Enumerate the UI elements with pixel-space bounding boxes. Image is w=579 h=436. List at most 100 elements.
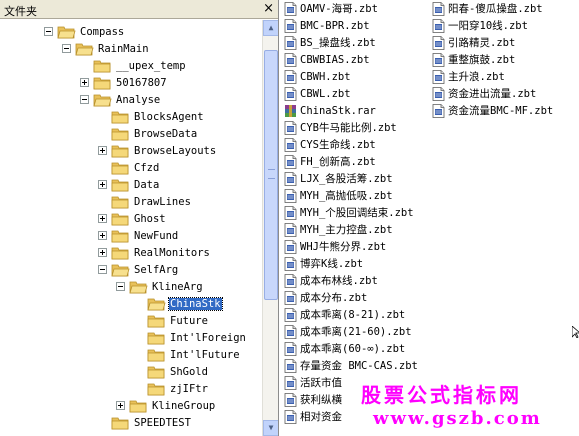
file-name: 成本乖离(8-21).zbt [300, 309, 406, 321]
zbt-file-icon [284, 2, 297, 16]
zbt-file-icon [284, 376, 297, 390]
folder-open-icon [111, 262, 130, 278]
folder-pane-header: 文件夹 × [0, 0, 278, 19]
zbt-file-icon [284, 257, 297, 271]
folder-icon [111, 177, 130, 193]
tree-node-label: SPEEDTEST [134, 417, 191, 429]
tree-node-label: Compass [80, 26, 125, 38]
folder-icon [93, 75, 112, 91]
expand-icon[interactable] [98, 180, 107, 189]
close-icon[interactable]: × [263, 1, 274, 17]
tree-node-label: Int'lFuture [170, 349, 240, 361]
expand-icon[interactable] [116, 401, 125, 410]
collapse-icon[interactable] [44, 27, 53, 36]
file-name: 一阳穿10线.zbt [448, 20, 528, 32]
file-name: 主升浪.zbt [448, 71, 505, 83]
zbt-file-icon [284, 325, 297, 339]
expand-icon[interactable] [80, 78, 89, 87]
folder-open-icon [75, 41, 94, 57]
expand-icon[interactable] [98, 248, 107, 257]
zbt-file-icon [284, 36, 297, 50]
file-name: LJX_各股活筹.zbt [300, 173, 393, 185]
scrollbar-thumb[interactable] [264, 50, 278, 300]
tree-node-label: BrowseData [134, 128, 198, 140]
folder-icon [93, 58, 112, 74]
zbt-file-icon [284, 138, 297, 152]
file-name: 获利纵横 [300, 394, 342, 406]
tree-node-label: BlocksAgent [134, 111, 204, 123]
file-name: MYH_高抛低吸.zbt [300, 190, 393, 202]
folder-icon [147, 313, 166, 329]
zbt-file-icon [432, 19, 445, 33]
zbt-file-icon [284, 87, 297, 101]
zbt-file-icon [432, 2, 445, 16]
file-name: 成本布林线.zbt [300, 275, 378, 287]
tree-node-label: RealMonitors [134, 247, 210, 259]
tree-node-label: __upex_temp [116, 60, 186, 72]
folder-icon [129, 398, 148, 414]
expand-icon[interactable] [98, 146, 107, 155]
folder-pane-title: 文件夹 [4, 5, 37, 18]
tree-node-label: KlineGroup [152, 400, 216, 412]
tree-node-label: Cfzd [134, 162, 160, 174]
zbt-file-icon [284, 172, 297, 186]
file-name: BMC-BPR.zbt [300, 20, 370, 32]
collapse-icon[interactable] [80, 95, 89, 104]
collapse-icon[interactable] [98, 265, 107, 274]
file-name: 存量资金 BMC-CAS.zbt [300, 360, 418, 372]
folder-open-icon [129, 279, 148, 295]
file-name: CYS生命线.zbt [300, 139, 376, 151]
folder-open-icon [147, 296, 166, 312]
zbt-file-icon [284, 189, 297, 203]
folder-icon [111, 126, 130, 142]
file-name: 重整旗鼓.zbt [448, 54, 516, 66]
tree-node-label: BrowseLayouts [134, 145, 217, 157]
file-name: CYB牛马能比例.zbt [300, 122, 397, 134]
folder-open-icon [93, 92, 112, 108]
folder-tree: Compass RainMain __upex_temp 50167807 An… [0, 20, 262, 436]
tree-node-label: RainMain [98, 43, 149, 55]
file-name: 活跃市值 [300, 377, 342, 389]
zbt-file-icon [284, 393, 297, 407]
folder-icon [111, 194, 130, 210]
file-name: CBWL.zbt [300, 88, 351, 100]
tree-node-label: Ghost [134, 213, 166, 225]
file-name: MYH_主力控盘.zbt [300, 224, 393, 236]
file-name: MYH_个股回调结束.zbt [300, 207, 414, 219]
zbt-file-icon [432, 87, 445, 101]
tree-scrollbar[interactable]: ▲ ▼ [262, 20, 278, 436]
site-watermark: 股票公式指标网 www.gszb.com [355, 373, 577, 435]
expand-icon[interactable] [98, 231, 107, 240]
watermark-title: 股票公式指标网 [361, 383, 522, 407]
tree-node-label: 50167807 [116, 77, 167, 89]
zbt-file-icon [284, 342, 297, 356]
file-name: CBWBIAS.zbt [300, 54, 370, 66]
folder-icon [111, 245, 130, 261]
file-name: 相对资金 [300, 411, 342, 423]
collapse-icon[interactable] [116, 282, 125, 291]
scroll-up-button[interactable]: ▲ [263, 20, 278, 36]
tree-node-label: ChinaStk [168, 297, 223, 311]
folder-open-icon [57, 24, 76, 40]
tree-node-label: Data [134, 179, 160, 191]
zbt-file-icon [284, 70, 297, 84]
zbt-file-icon [284, 121, 297, 135]
file-name: CBWH.zbt [300, 71, 351, 83]
folder-icon [147, 330, 166, 346]
tree-node-label: KlineArg [152, 281, 203, 293]
rar-archive-icon [284, 104, 297, 118]
zbt-file-icon [284, 206, 297, 220]
tree-node-label: DrawLines [134, 196, 191, 208]
file-name: 资金流量BMC-MF.zbt [448, 105, 554, 117]
expand-icon[interactable] [98, 214, 107, 223]
folder-icon [111, 228, 130, 244]
zbt-file-icon [432, 53, 445, 67]
collapse-icon[interactable] [62, 44, 71, 53]
zbt-file-icon [432, 70, 445, 84]
folder-icon [111, 109, 130, 125]
file-name: 成本乖离(60-∞).zbt [300, 343, 406, 355]
zbt-file-icon [284, 223, 297, 237]
file-name: OAMV-海哥.zbt [300, 3, 378, 15]
zbt-file-icon [432, 36, 445, 50]
scroll-down-button[interactable]: ▼ [263, 420, 278, 436]
